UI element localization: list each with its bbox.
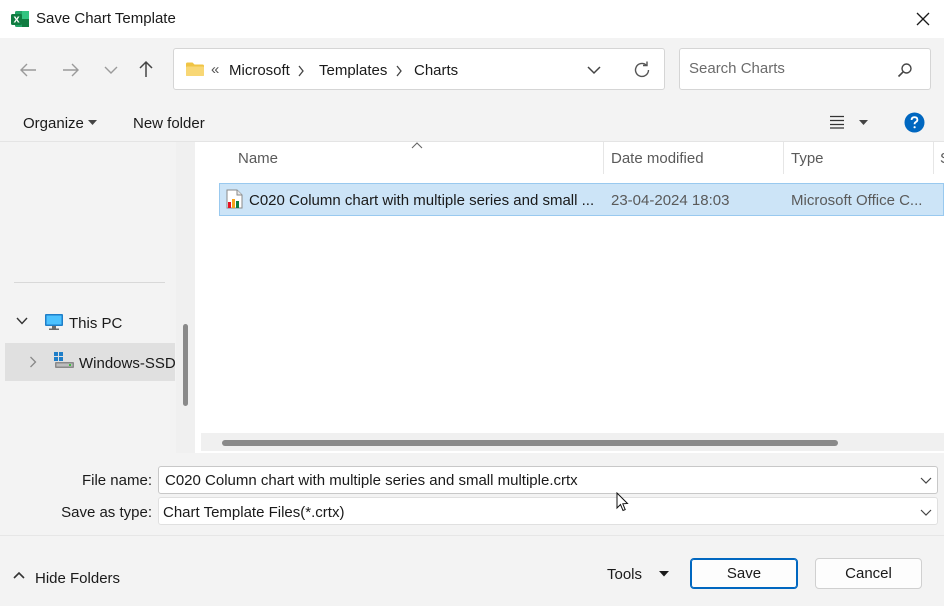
column-separator[interactable] bbox=[783, 142, 784, 174]
file-name-cell: C020 Column chart with multiple series a… bbox=[249, 192, 594, 209]
back-button[interactable] bbox=[13, 55, 43, 85]
chevron-down-icon[interactable] bbox=[16, 317, 28, 325]
tools-button[interactable]: Tools bbox=[607, 566, 642, 583]
chevron-down-icon bbox=[104, 66, 118, 74]
nav-item-label: Windows-SSD bbox=[79, 355, 176, 372]
address-history-button[interactable] bbox=[586, 64, 602, 76]
window-title: Save Chart Template bbox=[36, 10, 176, 27]
breadcrumb-overflow[interactable]: « bbox=[211, 61, 219, 78]
drive-icon bbox=[53, 351, 75, 369]
view-options-button[interactable] bbox=[829, 115, 845, 129]
save-button[interactable]: Save bbox=[690, 558, 798, 589]
forward-button[interactable] bbox=[56, 55, 86, 85]
chevron-down-icon bbox=[587, 66, 601, 75]
computer-icon bbox=[44, 313, 64, 331]
refresh-icon bbox=[634, 61, 650, 78]
search-button[interactable] bbox=[897, 62, 913, 78]
nav-pane-scroll-thumb[interactable] bbox=[183, 324, 188, 406]
sort-ascending-icon bbox=[411, 142, 423, 149]
dialog-footer bbox=[0, 535, 944, 606]
breadcrumb-charts[interactable]: Charts bbox=[414, 62, 458, 79]
column-separator[interactable] bbox=[933, 142, 934, 174]
chevron-down-icon[interactable] bbox=[919, 505, 933, 519]
nav-item-label: This PC bbox=[69, 315, 123, 332]
help-button[interactable] bbox=[904, 112, 925, 133]
file-name-field[interactable]: C020 Column chart with multiple series a… bbox=[158, 466, 938, 494]
view-menu-caret[interactable] bbox=[859, 120, 868, 126]
column-header-date-modified[interactable]: Date modified bbox=[611, 150, 704, 167]
recent-locations-button[interactable] bbox=[96, 55, 126, 85]
up-button[interactable] bbox=[131, 54, 161, 84]
list-view-icon bbox=[830, 115, 844, 129]
hide-folders-label[interactable]: Hide Folders bbox=[35, 570, 120, 587]
search-box[interactable] bbox=[679, 48, 931, 90]
arrow-left-icon bbox=[20, 63, 36, 77]
close-icon bbox=[916, 12, 930, 26]
refresh-button[interactable] bbox=[632, 60, 652, 80]
breadcrumb-templates[interactable]: Templates bbox=[319, 62, 387, 79]
column-header-size[interactable]: S bbox=[940, 150, 944, 167]
tools-menu-caret[interactable] bbox=[659, 571, 669, 577]
chart-template-icon bbox=[224, 189, 244, 209]
chevron-down-icon[interactable] bbox=[919, 473, 933, 487]
file-name-value: C020 Column chart with multiple series a… bbox=[165, 472, 578, 489]
arrow-up-icon bbox=[139, 60, 153, 77]
new-folder-button[interactable]: New folder bbox=[133, 115, 205, 132]
breadcrumb-separator-icon bbox=[395, 65, 403, 77]
file-date-cell: 23-04-2024 18:03 bbox=[611, 192, 730, 209]
save-as-type-label: Save as type: bbox=[61, 504, 152, 521]
chevron-up-icon bbox=[13, 571, 25, 579]
save-as-type-select[interactable]: Chart Template Files(*.crtx) bbox=[158, 497, 938, 525]
caret-down-icon bbox=[659, 571, 669, 577]
nav-pane-divider bbox=[14, 282, 165, 283]
caret-down-icon bbox=[88, 120, 97, 126]
cancel-button[interactable]: Cancel bbox=[815, 558, 922, 589]
excel-icon bbox=[10, 9, 30, 29]
help-icon bbox=[904, 112, 925, 133]
chevron-right-icon[interactable] bbox=[29, 356, 37, 368]
save-as-type-value: Chart Template Files(*.crtx) bbox=[163, 504, 345, 521]
folder-icon bbox=[185, 61, 205, 77]
organize-button[interactable]: Organize bbox=[23, 115, 84, 132]
file-type-cell: Microsoft Office C... bbox=[791, 192, 923, 209]
column-separator[interactable] bbox=[603, 142, 604, 174]
organize-label: Organize bbox=[23, 115, 84, 132]
breadcrumb-microsoft[interactable]: Microsoft bbox=[229, 62, 290, 79]
navigation-pane bbox=[0, 142, 195, 453]
column-header-name[interactable]: Name bbox=[238, 150, 278, 167]
file-list-scroll-thumb[interactable] bbox=[222, 440, 838, 446]
caret-down-icon bbox=[859, 120, 868, 125]
search-icon bbox=[897, 63, 912, 78]
arrow-right-icon bbox=[63, 63, 79, 77]
column-header-type[interactable]: Type bbox=[791, 150, 824, 167]
file-name-label: File name: bbox=[81, 472, 152, 489]
hide-folders-button[interactable] bbox=[12, 570, 26, 580]
close-button[interactable] bbox=[902, 0, 944, 38]
nav-pane-scrollbar[interactable] bbox=[176, 142, 195, 453]
breadcrumb-separator-icon bbox=[297, 65, 305, 77]
mouse-cursor-icon bbox=[616, 492, 629, 512]
search-input[interactable] bbox=[689, 60, 889, 77]
